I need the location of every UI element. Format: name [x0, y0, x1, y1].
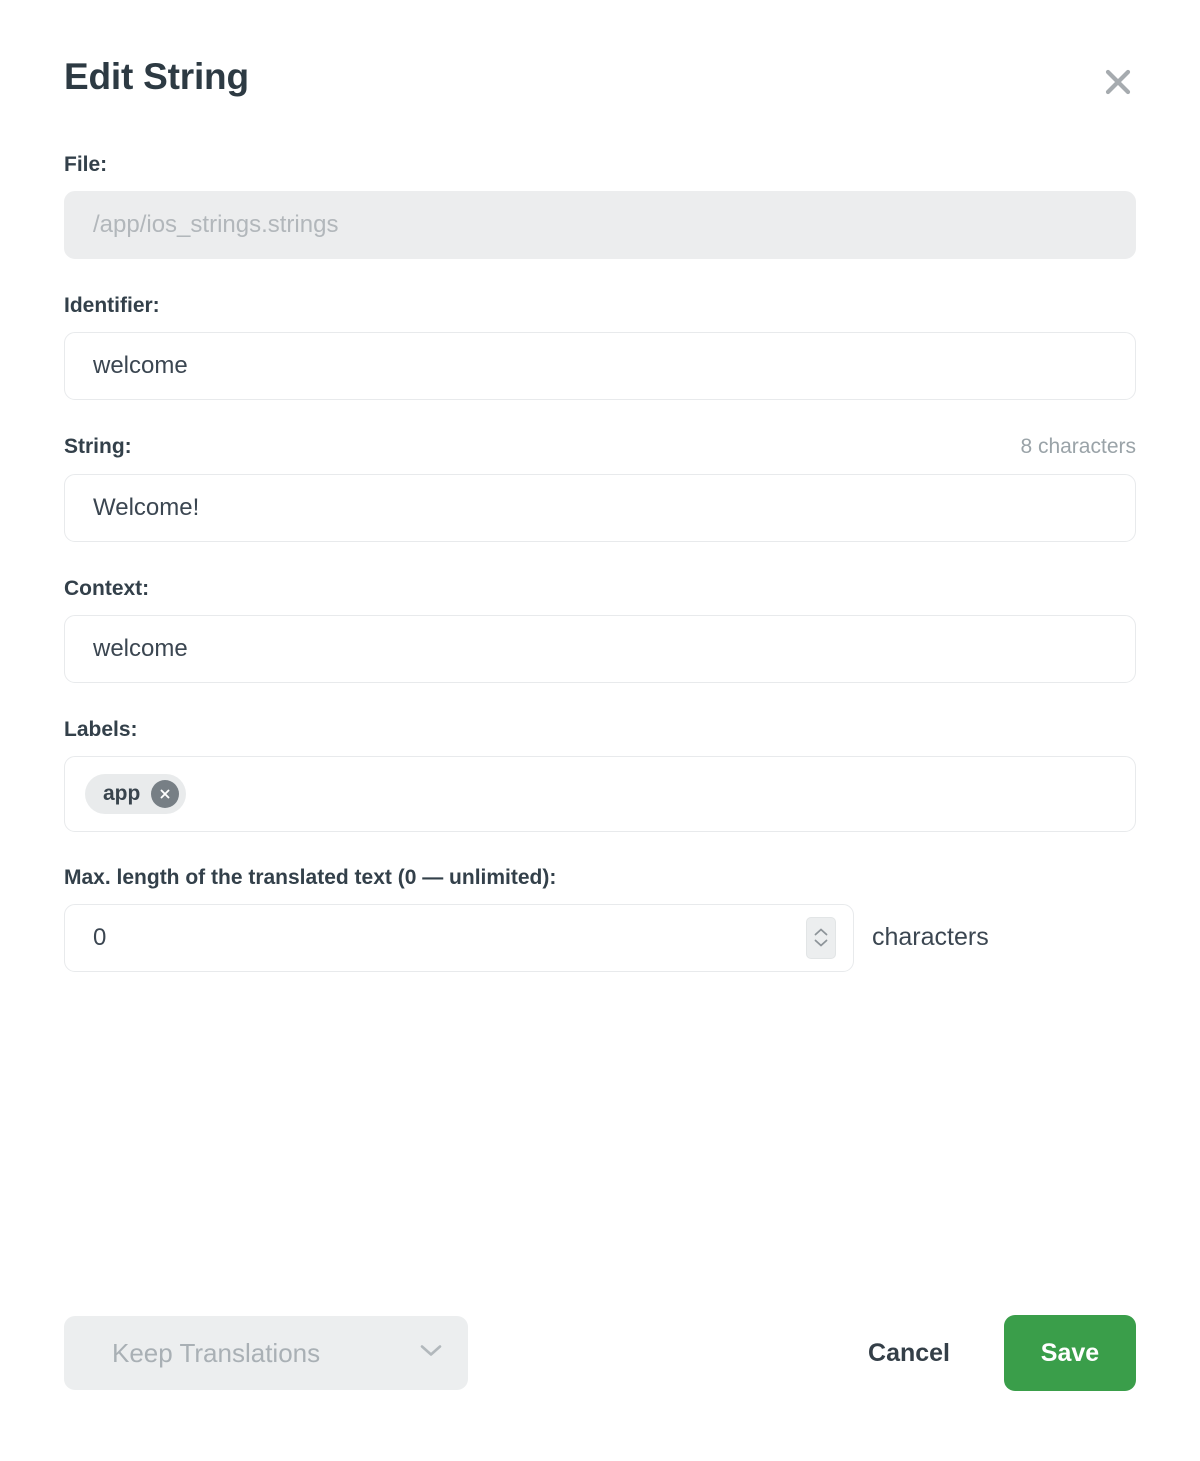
field-context: Context: [64, 576, 1136, 683]
field-max-length: Max. length of the translated text (0 — … [64, 866, 1136, 972]
edit-string-dialog: Edit String File: Identifier: String: 8 … [0, 0, 1200, 1461]
labels-input[interactable]: app [64, 755, 1136, 832]
cancel-button[interactable]: Cancel [864, 1329, 954, 1378]
field-identifier-label: Identifier: [64, 294, 160, 318]
save-button[interactable]: Save [1004, 1315, 1136, 1391]
string-input[interactable] [64, 473, 1136, 542]
max-length-input[interactable] [64, 903, 854, 972]
dialog-header: Edit String [64, 56, 1136, 118]
page-title: Edit String [64, 56, 249, 97]
field-labels: Labels: app [64, 717, 1136, 832]
close-circle-icon [157, 786, 173, 802]
close-button[interactable] [1094, 58, 1142, 106]
field-max-length-label: Max. length of the translated text (0 — … [64, 865, 557, 889]
field-context-label: Context: [64, 576, 150, 600]
character-counter: 8 characters [1020, 435, 1136, 459]
keep-translations-value: Keep Translations [112, 1338, 321, 1368]
identifier-input[interactable] [64, 332, 1136, 401]
field-file-label: File: [64, 153, 108, 176]
file-input [64, 191, 1136, 260]
field-file: File: [64, 152, 1136, 260]
chevron-down-icon [420, 1344, 442, 1362]
max-length-input-wrapper [64, 903, 854, 972]
field-identifier: Identifier: [64, 293, 1136, 401]
max-length-unit-label: characters [872, 923, 989, 952]
field-file-header: File: [64, 152, 1136, 177]
label-tag-text: app [103, 782, 141, 806]
field-context-header: Context: [64, 576, 1136, 601]
field-string-header: String: 8 characters [64, 434, 1136, 459]
max-length-row: characters [64, 903, 1136, 972]
dialog-footer: Keep Translations Cancel Save [64, 1315, 1136, 1391]
chevron-down-icon[interactable] [814, 939, 828, 947]
field-string: String: 8 characters [64, 434, 1136, 542]
field-identifier-header: Identifier: [64, 293, 1136, 318]
label-tag: app [85, 773, 187, 814]
footer-actions: Cancel Save [864, 1315, 1136, 1391]
chevron-up-icon[interactable] [814, 928, 828, 936]
label-tag-remove-button[interactable] [151, 779, 180, 808]
field-labels-header: Labels: [64, 717, 1136, 742]
field-string-label: String: [64, 435, 132, 459]
keep-translations-select: Keep Translations [64, 1316, 468, 1390]
close-icon [1101, 65, 1135, 99]
context-input[interactable] [64, 614, 1136, 683]
quantity-stepper[interactable] [806, 916, 836, 959]
field-labels-label: Labels: [64, 717, 138, 741]
